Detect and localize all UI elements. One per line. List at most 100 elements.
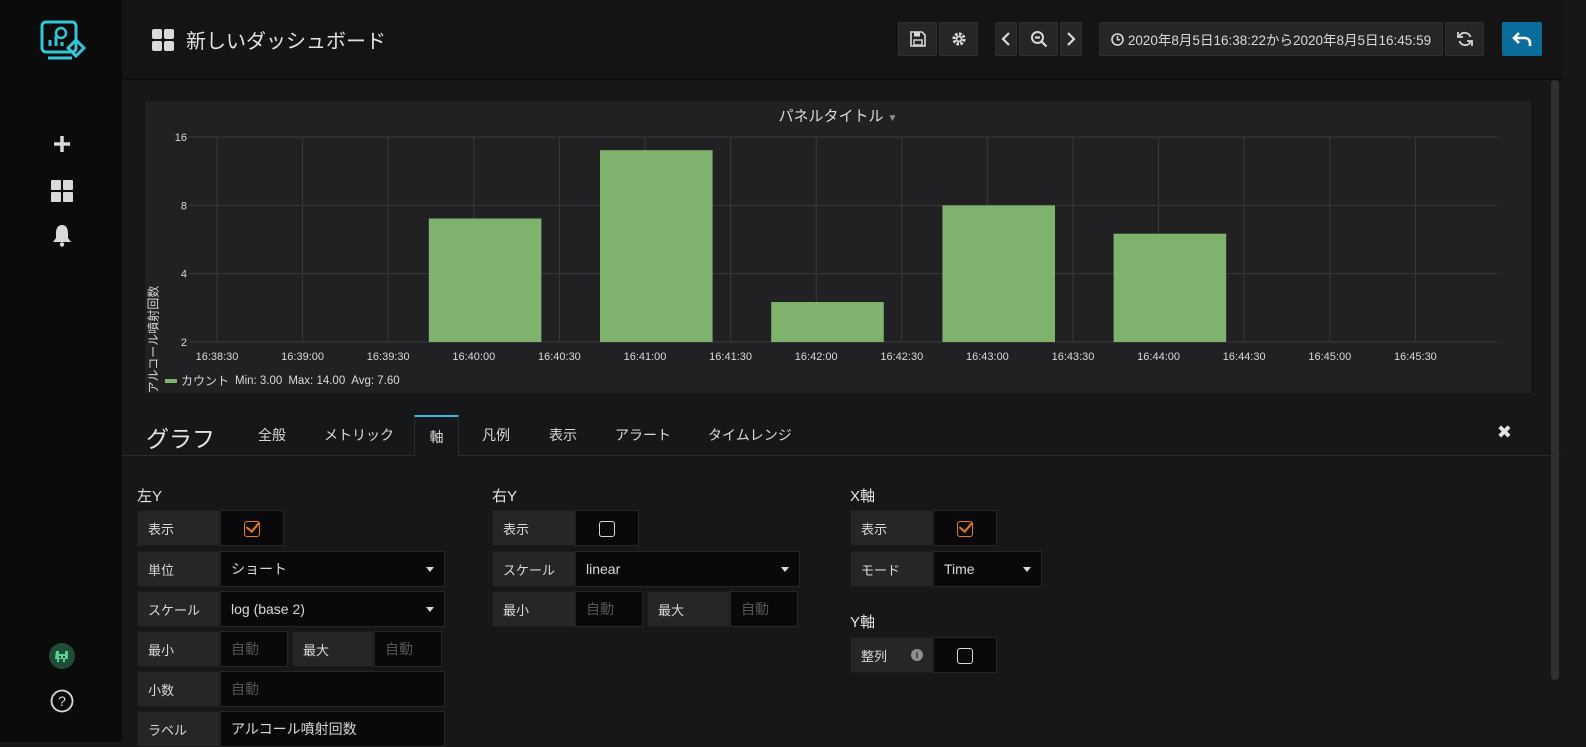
chevron-left-icon [1001,32,1010,46]
tab-alert[interactable]: アラート [603,415,683,456]
x-axis-mode-label: モード [850,551,933,587]
left-y-show-toggle[interactable] [220,510,284,546]
x-tick-label: 16:40:30 [538,351,581,363]
tab-metrics[interactable]: メトリック [312,415,406,456]
left-y-decimals-input[interactable]: 自動 [220,671,445,707]
right-y-show-label: 表示 [492,510,575,546]
left-y-decimals-label: 小数 [137,671,220,707]
x-tick-label: 16:41:00 [624,351,667,363]
create-icon[interactable] [47,129,77,159]
tab-display[interactable]: 表示 [537,415,589,456]
back-to-dashboard-button[interactable] [1502,22,1542,56]
left-y-max-input[interactable]: 自動 [374,631,442,667]
left-y-unit-select[interactable]: ショート [220,551,445,587]
legend-series-name[interactable]: カウント [181,372,229,389]
profile-avatar-icon[interactable] [47,641,77,671]
y-tick-label: 4 [181,269,187,281]
tab-legend[interactable]: 凡例 [470,415,522,456]
tab-time-range[interactable]: タイムレンジ [696,415,804,456]
x-axis-heading: X軸 [850,488,876,505]
right-y-heading: 右Y [492,488,518,505]
dashboards-icon[interactable] [47,176,77,206]
close-editor-icon[interactable]: ✖ [1497,422,1512,443]
save-icon [909,31,926,47]
checkbox-checked-icon [244,521,260,537]
save-dashboard-button[interactable] [898,22,937,56]
caret-down-icon [1023,567,1031,572]
y-axes-heading: Y軸 [850,614,876,631]
right-y-max-input[interactable]: 自動 [730,591,798,627]
x-tick-label: 16:40:00 [452,351,495,363]
y-axes-align-toggle[interactable] [933,637,997,673]
time-range-picker[interactable]: 2020年8月5日16:38:22から2020年8月5日16:45:59 [1099,22,1443,56]
refresh-icon [1456,31,1473,47]
right-y-scale-value: linear [586,561,621,577]
refresh-button[interactable] [1445,22,1484,56]
time-range-text: 2020年8月5日16:38:22から2020年8月5日16:45:59 [1127,33,1432,48]
right-y-scale-select[interactable]: linear [575,551,800,587]
x-tick-label: 16:45:30 [1394,351,1437,363]
x-axis-show-label: 表示 [850,510,933,546]
sidebar: ? [0,0,122,742]
left-y-scale-select[interactable]: log (base 2) [220,591,445,627]
left-y-min-label: 最小 [137,631,220,667]
left-y-unit-label: 単位 [137,551,220,587]
left-y-heading: 左Y [137,488,163,505]
grafana-logo-icon[interactable] [38,18,90,66]
x-tick-label: 16:41:30 [709,351,752,363]
graph-panel: パネルタイトル ▼ アルコール噴射回数 2 4 8 16 16:38:30 16:39:00… [145,101,1531,393]
settings-button[interactable] [939,22,978,56]
chart-plot-area[interactable]: 2 4 8 16 16:38:30 16:39:00 16:39:30 16:40:00 16:… [145,101,1531,371]
left-y-scale-label: スケール [137,591,220,627]
help-icon[interactable]: ? [47,686,77,716]
chart-bar [1113,233,1227,342]
left-y-scale-value: log (base 2) [231,601,305,617]
right-y-max-label: 最大 [647,591,730,627]
x-tick-label: 16:43:30 [1052,351,1095,363]
editor-title: グラフ [146,426,215,452]
time-shift-forward-button[interactable] [1060,22,1082,56]
left-y-unit-value: ショート [231,561,287,577]
right-y-show-toggle[interactable] [575,510,639,546]
legend: カウント Min: 3.00 Max: 14.00 Avg: 7.60 [165,372,400,389]
x-tick-label: 16:39:00 [281,351,324,363]
caret-down-icon [426,567,434,572]
info-icon[interactable]: i [911,649,923,661]
checkbox-checked-icon [957,521,973,537]
y-tick-label: 2 [181,337,187,349]
chart-bar [600,150,713,342]
time-shift-back-button[interactable] [995,22,1017,56]
left-y-min-input[interactable]: 自動 [220,631,288,667]
chart-bar [942,205,1055,342]
x-tick-label: 16:45:00 [1308,351,1351,363]
y-axes-align-text: 整列 [861,648,888,664]
tab-general[interactable]: 全般 [246,415,298,456]
right-y-scale-label: スケール [492,551,575,587]
checkbox-unchecked-icon [599,521,615,537]
x-tick-label: 16:39:30 [367,351,410,363]
y-tick-label: 8 [181,200,187,212]
x-tick-label: 16:44:00 [1137,351,1180,363]
svg-text:?: ? [58,693,66,709]
vertical-scrollbar[interactable] [1551,80,1559,680]
dashboard-grid-icon [152,28,174,51]
y-axes-align-label: 整列 i [850,637,933,673]
x-axis-mode-value: Time [944,561,975,577]
x-tick-label: 16:42:30 [880,351,923,363]
right-y-min-input[interactable]: 自動 [575,591,643,627]
legend-max: Max: 14.00 [288,374,346,387]
clock-icon [1111,32,1124,46]
caret-down-icon [426,607,434,612]
x-tick-label: 16:43:00 [966,351,1009,363]
zoom-out-button[interactable] [1019,22,1058,56]
alerts-bell-icon[interactable] [47,220,77,250]
chevron-right-icon [1067,32,1076,46]
zoom-out-icon [1030,31,1047,48]
dashboard-title[interactable]: 新しいダッシュボード [152,25,386,54]
left-y-max-label: 最大 [292,631,374,667]
tab-axes[interactable]: 軸 [414,415,459,457]
x-axis-show-toggle[interactable] [933,510,997,546]
right-y-min-label: 最小 [492,591,575,627]
x-axis-mode-select[interactable]: Time [933,551,1042,587]
gear-icon [951,32,966,46]
